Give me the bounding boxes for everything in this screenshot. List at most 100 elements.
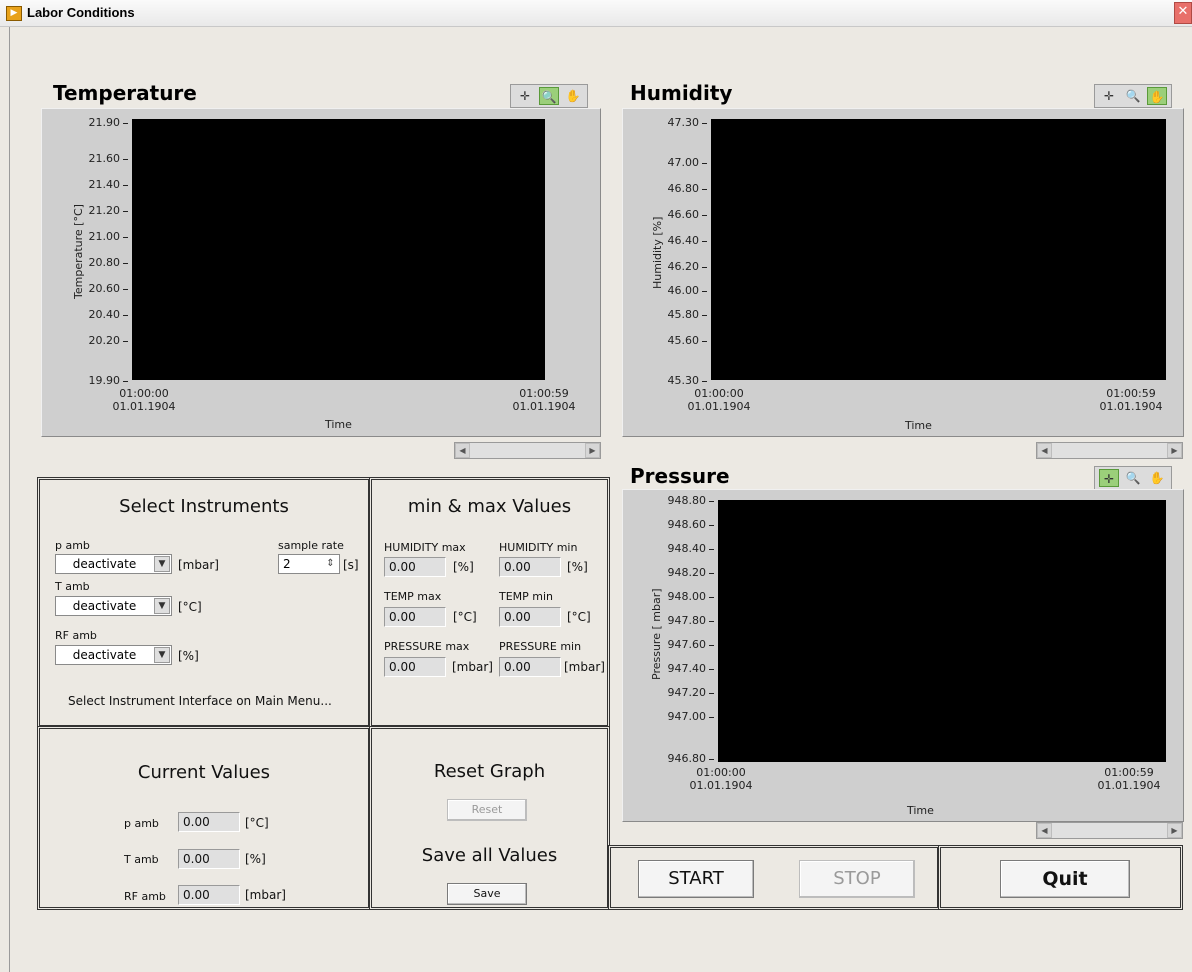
x-tick-start: 01:00:00 01.01.1904 xyxy=(112,387,176,413)
pressure-max-value: 0.00 xyxy=(384,657,446,677)
humidity-min-value: 0.00 xyxy=(499,557,561,577)
current-values-panel: Current Values p amb 0.00 [°C] T amb 0.0… xyxy=(37,726,371,910)
y-tick-label: 46.80 xyxy=(639,182,707,195)
y-tick-label: 21.40 xyxy=(60,178,128,191)
current-t-amb-unit: [%] xyxy=(245,852,266,866)
zoom-icon[interactable]: 🔍 xyxy=(1123,87,1143,105)
t-amb-select[interactable]: deactivate ▼ xyxy=(55,596,172,616)
y-tick-label: 947.20 xyxy=(646,686,714,699)
window-titlebar: ▶ Labor Conditions ✕ xyxy=(0,0,1192,27)
temp-min-label: TEMP min xyxy=(499,590,554,603)
y-tick-label: 46.00 xyxy=(639,284,707,297)
reset-button[interactable]: Reset xyxy=(447,799,527,821)
x-tick-end: 01:00:59 01.01.1904 xyxy=(512,387,576,413)
sample-rate-label: sample rate xyxy=(278,539,344,552)
pressure-chart-title: Pressure xyxy=(630,464,730,488)
pressure-x-axis-label: Time xyxy=(907,804,934,817)
temp-max-value: 0.00 xyxy=(384,607,446,627)
humidity-graph-palette: ✛ 🔍 ✋ xyxy=(1094,84,1172,108)
pressure-min-value: 0.00 xyxy=(499,657,561,677)
spin-updown-icon[interactable]: ⇕ xyxy=(324,557,337,571)
rf-amb-select[interactable]: deactivate ▼ xyxy=(55,645,172,665)
scroll-right-icon[interactable]: ▶ xyxy=(1167,443,1182,458)
y-tick-label: 46.20 xyxy=(639,260,707,273)
humidity-chart-title: Humidity xyxy=(630,81,733,105)
reset-save-panel: Reset Graph Reset Save all Values Save xyxy=(369,726,610,910)
temperature-chart-title: Temperature xyxy=(53,81,197,105)
y-tick-label: 47.30 xyxy=(639,116,707,129)
y-tick-label: 46.60 xyxy=(639,208,707,221)
cursor-icon[interactable]: ✛ xyxy=(1099,87,1119,105)
quit-button[interactable]: Quit xyxy=(1000,860,1130,898)
min-max-values-panel: min & max Values HUMIDITY max 0.00 [%] H… xyxy=(369,477,610,728)
save-values-title: Save all Values xyxy=(421,845,558,866)
pan-hand-icon[interactable]: ✋ xyxy=(1147,469,1167,487)
current-rf-amb-label: RF amb xyxy=(124,890,166,903)
instrument-interface-hint: Select Instrument Interface on Main Menu… xyxy=(68,694,332,708)
rf-amb-label: RF amb xyxy=(55,629,97,642)
temp-max-label: TEMP max xyxy=(384,590,442,603)
cursor-icon[interactable]: ✛ xyxy=(515,87,535,105)
humidity-x-scrollbar[interactable]: ◀ ▶ xyxy=(1036,442,1183,459)
y-tick-label: 947.80 xyxy=(646,614,714,627)
t-amb-unit: [°C] xyxy=(178,600,202,614)
current-t-amb-value: 0.00 xyxy=(178,849,240,869)
temp-max-unit: [°C] xyxy=(453,610,477,624)
x-tick-start: 01:00:00 01.01.1904 xyxy=(689,766,753,792)
select-instruments-title: Select Instruments xyxy=(119,496,289,517)
zoom-icon[interactable]: 🔍 xyxy=(539,87,559,105)
sample-rate-stepper[interactable]: 2 ⇕ xyxy=(278,554,340,574)
y-tick-label: 46.40 xyxy=(639,234,707,247)
temperature-plot-area xyxy=(132,119,545,380)
zoom-icon[interactable]: 🔍 xyxy=(1123,469,1143,487)
p-amb-unit: [mbar] xyxy=(178,558,219,572)
humidity-min-unit: [%] xyxy=(567,560,588,574)
window-title: Labor Conditions xyxy=(27,5,135,20)
pressure-min-label: PRESSURE min xyxy=(499,640,582,653)
current-rf-amb-value: 0.00 xyxy=(178,885,240,905)
window-close-button[interactable]: ✕ xyxy=(1174,2,1192,24)
chevron-down-icon[interactable]: ▼ xyxy=(154,598,170,614)
scroll-left-icon[interactable]: ◀ xyxy=(1037,823,1052,838)
sample-rate-unit: [s] xyxy=(343,558,359,572)
scroll-left-icon[interactable]: ◀ xyxy=(1037,443,1052,458)
chevron-down-icon[interactable]: ▼ xyxy=(154,556,170,572)
pan-hand-icon[interactable]: ✋ xyxy=(1147,87,1167,105)
quit-panel: Quit xyxy=(938,845,1183,910)
temp-min-value: 0.00 xyxy=(499,607,561,627)
current-p-amb-value: 0.00 xyxy=(178,812,240,832)
y-tick-label: 947.40 xyxy=(646,662,714,675)
pressure-max-label: PRESSURE max xyxy=(384,640,470,653)
temperature-x-scrollbar[interactable]: ◀ ▶ xyxy=(454,442,601,459)
y-tick-label: 946.80 xyxy=(646,752,714,765)
y-tick-label: 947.00 xyxy=(646,710,714,723)
pressure-x-scrollbar[interactable]: ◀ ▶ xyxy=(1036,822,1183,839)
pressure-chart: Pressure [ mbar] 948.80 948.60 948.40 94… xyxy=(622,489,1184,822)
y-tick-label: 21.00 xyxy=(60,230,128,243)
save-button[interactable]: Save xyxy=(447,883,527,905)
current-p-amb-label: p amb xyxy=(124,817,159,830)
min-max-title: min & max Values xyxy=(407,496,572,517)
scroll-right-icon[interactable]: ▶ xyxy=(585,443,600,458)
y-tick-label: 21.60 xyxy=(60,152,128,165)
p-amb-select[interactable]: deactivate ▼ xyxy=(55,554,172,574)
y-tick-label: 948.80 xyxy=(646,494,714,507)
temperature-chart: Temperature [°C] 21.90 21.60 21.40 21.20… xyxy=(41,108,601,437)
scroll-right-icon[interactable]: ▶ xyxy=(1167,823,1182,838)
current-p-amb-unit: [°C] xyxy=(245,816,269,830)
y-tick-label: 20.80 xyxy=(60,256,128,269)
run-control-panel: START STOP xyxy=(608,845,940,910)
y-tick-label: 45.60 xyxy=(639,334,707,347)
start-button[interactable]: START xyxy=(638,860,754,898)
select-instruments-panel: Select Instruments p amb deactivate ▼ [m… xyxy=(37,477,371,728)
cursor-icon[interactable]: ✛ xyxy=(1099,469,1119,487)
pan-hand-icon[interactable]: ✋ xyxy=(563,87,583,105)
current-t-amb-label: T amb xyxy=(124,853,159,866)
humidity-x-axis-label: Time xyxy=(905,419,932,432)
chevron-down-icon[interactable]: ▼ xyxy=(154,647,170,663)
scroll-left-icon[interactable]: ◀ xyxy=(455,443,470,458)
temp-min-unit: [°C] xyxy=(567,610,591,624)
y-tick-label: 20.40 xyxy=(60,308,128,321)
stop-button[interactable]: STOP xyxy=(799,860,915,898)
humidity-plot-area xyxy=(711,119,1166,380)
